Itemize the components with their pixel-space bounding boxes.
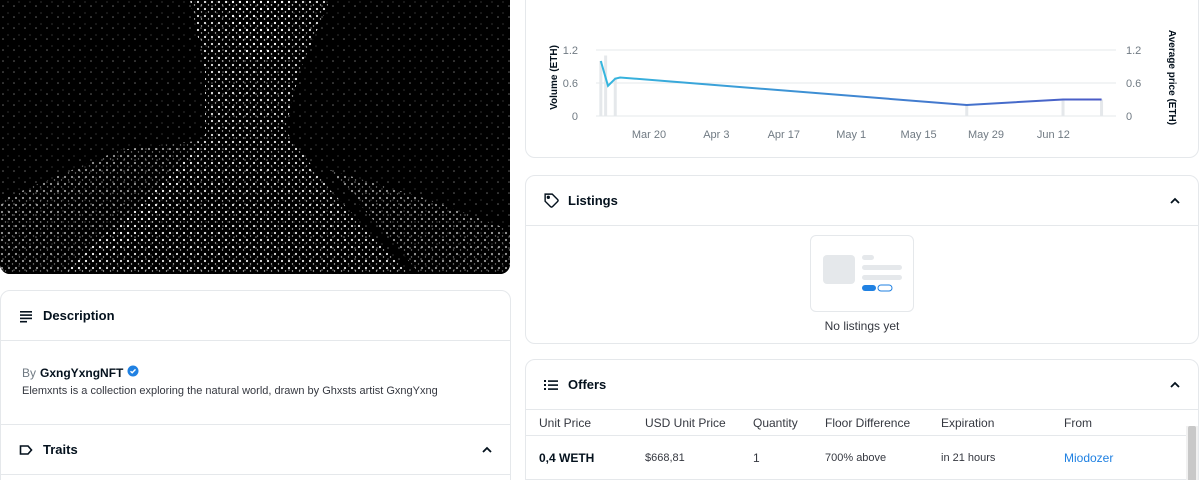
offer-expiration: in 21 hours xyxy=(941,451,996,464)
table-row: 0,4 WETH $668,81 1 700% above in 21 hour… xyxy=(526,436,1198,480)
volume-bar xyxy=(1061,99,1065,116)
x-tick-label: May 15 xyxy=(901,129,937,141)
tag-icon xyxy=(542,192,560,210)
y-tick-label-right: 1.2 xyxy=(1126,45,1141,57)
col-usd-unit-price: USD Unit Price xyxy=(645,415,726,430)
offer-unit-price: 0,4 WETH xyxy=(539,450,595,465)
verified-badge-icon xyxy=(127,365,139,380)
nft-image[interactable] xyxy=(0,0,510,274)
offer-quantity: 1 xyxy=(753,450,760,465)
volume-bar xyxy=(1100,99,1104,116)
y-tick-label-left: 1.2 xyxy=(563,45,578,57)
offer-from-link[interactable]: Miodozer xyxy=(1064,451,1174,465)
col-unit-price: Unit Price xyxy=(539,415,592,430)
volume-bar xyxy=(613,77,617,116)
text-lines-icon xyxy=(17,307,35,325)
description-title: Description xyxy=(43,308,115,323)
offers-title: Offers xyxy=(568,377,607,392)
chevron-up-icon[interactable] xyxy=(1168,378,1182,392)
volume-bar xyxy=(965,105,969,116)
listings-title: Listings xyxy=(568,193,618,208)
nft-artwork xyxy=(0,0,510,274)
traits-panel: Traits xyxy=(0,424,511,480)
description-header[interactable]: Description xyxy=(1,291,510,341)
empty-listings-illustration xyxy=(810,235,914,312)
description-text: Elemxnts is a collection exploring the n… xyxy=(22,385,438,397)
traits-header[interactable]: Traits xyxy=(1,425,510,475)
offers-header[interactable]: Offers xyxy=(526,360,1198,410)
by-prefix: By xyxy=(22,365,37,380)
col-floor-difference: Floor Difference xyxy=(825,415,911,430)
x-tick-label: Apr 3 xyxy=(703,129,729,141)
y-tick-label-left: 0.6 xyxy=(563,78,578,90)
description-body: By GxngYxngNFT Elemxnts is a collection … xyxy=(1,341,510,421)
description-panel: Description By GxngYxngNFT Elemxnts is a… xyxy=(0,290,511,425)
x-tick-label: Mar 20 xyxy=(632,129,666,141)
listings-panel: Listings No listings yet xyxy=(525,175,1199,344)
x-tick-label: Jun 12 xyxy=(1037,129,1070,141)
traits-title: Traits xyxy=(43,442,78,457)
volume-bar xyxy=(599,61,603,116)
y-axis-label-right: Average price (ETH) xyxy=(1166,30,1177,125)
volume-bar xyxy=(604,55,608,116)
col-quantity: Quantity xyxy=(753,415,798,430)
x-tick-label: Apr 17 xyxy=(768,129,800,141)
list-icon xyxy=(542,376,560,394)
chevron-up-icon[interactable] xyxy=(1168,194,1182,208)
offer-usd-price: $668,81 xyxy=(645,451,685,464)
x-tick-label: May 29 xyxy=(968,129,1004,141)
price-history-panel: 0 0 0.6 0.6 1.2 1.2 Volume (ETH) Average price … xyxy=(525,0,1199,158)
creator-link[interactable]: GxngYxngNFT xyxy=(40,366,123,380)
col-expiration: Expiration xyxy=(941,415,995,430)
x-tick-label: May 1 xyxy=(836,129,866,141)
chevron-up-icon[interactable] xyxy=(480,443,494,457)
label-tag-icon xyxy=(17,441,35,459)
col-from: From xyxy=(1064,415,1092,430)
offer-floor-difference: 700% above xyxy=(825,451,887,464)
listings-header[interactable]: Listings xyxy=(526,176,1198,226)
offers-panel: Offers Unit Price USD Unit Price Quantit… xyxy=(525,359,1199,480)
listings-empty-state: No listings yet xyxy=(526,226,1198,333)
scrollbar-thumb[interactable] xyxy=(1188,426,1196,480)
y-axis-label-left: Volume (ETH) xyxy=(549,45,560,110)
y-tick-label-left: 0 xyxy=(572,111,578,123)
offers-table-header: Unit Price USD Unit Price Quantity Floor… xyxy=(526,410,1198,436)
y-tick-label-right: 0 xyxy=(1126,111,1132,123)
y-tick-label-right: 0.6 xyxy=(1126,78,1141,90)
no-listings-text: No listings yet xyxy=(824,319,900,333)
price-history-chart: 0 00.6 0.61.2 1.2Volume (ETH) Average price … xyxy=(549,30,1177,141)
creator-line: By GxngYxngNFT xyxy=(22,365,489,380)
